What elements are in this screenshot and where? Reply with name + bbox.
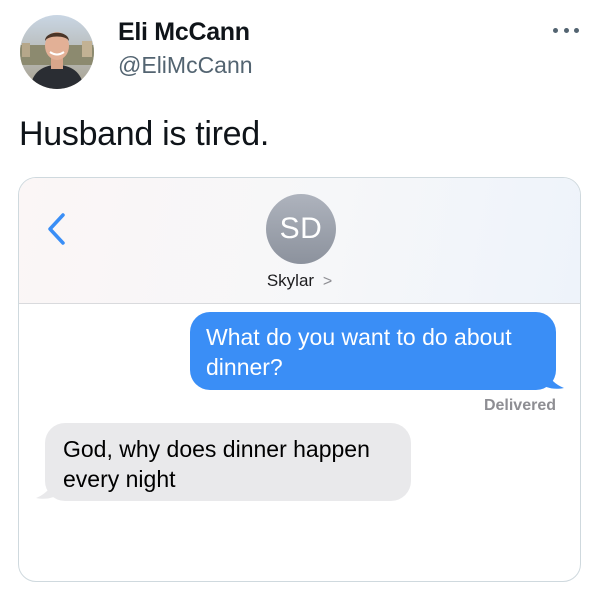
received-bubble-tail bbox=[36, 476, 60, 499]
tweet-header: Eli McCann @EliMcCann bbox=[0, 0, 599, 100]
contact-name-row[interactable]: Skylar > bbox=[19, 271, 580, 291]
more-horizontal-icon[interactable] bbox=[553, 20, 579, 40]
tweet-text: Husband is tired. bbox=[19, 115, 270, 153]
author-avatar[interactable] bbox=[20, 15, 94, 89]
message-header: SD Skylar > bbox=[19, 178, 580, 304]
sent-bubble-tail bbox=[540, 366, 564, 389]
delivered-status: Delivered bbox=[483, 397, 556, 414]
author-name[interactable]: Eli McCann bbox=[118, 18, 250, 47]
author-handle[interactable]: @EliMcCann bbox=[118, 52, 253, 79]
contact-avatar[interactable]: SD bbox=[266, 194, 336, 264]
contact-name: Skylar bbox=[266, 271, 315, 290]
sent-message-bubble[interactable]: What do you want to do about dinner? bbox=[190, 312, 556, 390]
tweet-media-screenshot[interactable]: SD Skylar > What do you want to do about… bbox=[18, 177, 581, 582]
received-message-bubble[interactable]: God, why does dinner happen every night bbox=[45, 423, 411, 501]
chevron-left-icon[interactable] bbox=[45, 212, 69, 246]
chevron-right-icon: > bbox=[322, 273, 333, 290]
avatar-photo bbox=[20, 15, 94, 89]
